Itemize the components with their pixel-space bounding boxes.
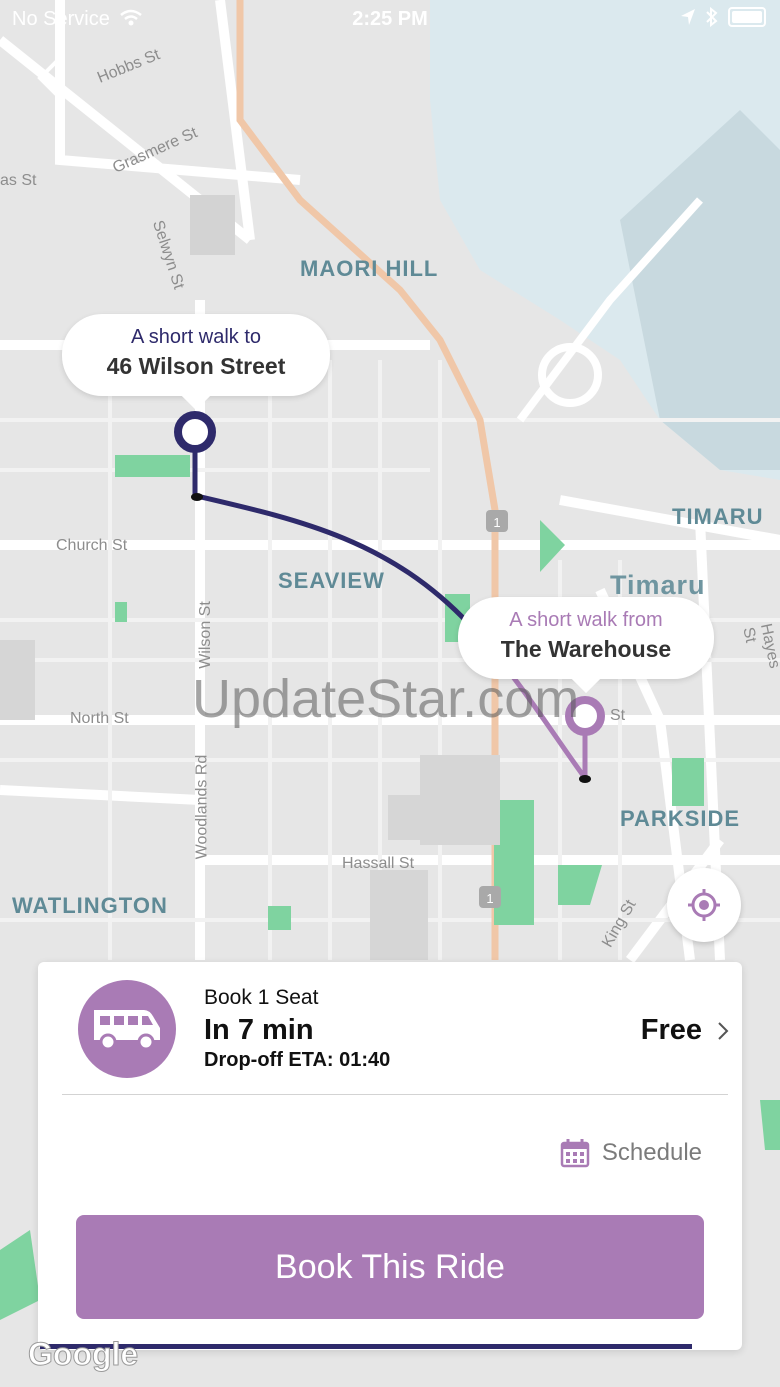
watermark: UpdateStar.com xyxy=(192,669,580,729)
status-time: 2:25 PM xyxy=(352,8,428,30)
van-avatar xyxy=(78,980,176,1078)
svg-text:1: 1 xyxy=(486,891,493,906)
locate-me-button[interactable] xyxy=(667,868,741,942)
svg-text:1: 1 xyxy=(493,515,500,530)
place-label-timaru-district: TIMARU xyxy=(672,504,764,529)
booking-panel: Book 1 Seat In 7 min Drop-off ETA: 01:40… xyxy=(38,962,742,1350)
seat-count: Book 1 Seat xyxy=(204,986,319,1009)
van-icon xyxy=(94,1010,160,1051)
pickup-callout[interactable]: A short walk to 46 Wilson Street xyxy=(62,314,330,411)
place-label-seaview: SEAVIEW xyxy=(278,568,385,593)
back-button[interactable] xyxy=(30,58,70,98)
schedule-button[interactable]: Schedule xyxy=(560,1138,702,1168)
street-label-north: North St xyxy=(70,710,129,727)
street-label-as: as St xyxy=(0,172,37,189)
street-label-church: Church St xyxy=(56,537,128,554)
pickup-callout-address: 46 Wilson Street xyxy=(106,353,286,379)
dropoff-eta: Drop-off ETA: 01:40 xyxy=(204,1049,391,1071)
bluetooth-icon xyxy=(706,7,718,27)
pickup-callout-caption: A short walk to xyxy=(130,326,262,348)
location-arrow-icon xyxy=(681,9,695,25)
pickup-eta: In 7 min xyxy=(204,1014,314,1046)
street-label-hassall: Hassall St xyxy=(342,855,415,872)
place-label-parkside: PARKSIDE xyxy=(620,806,741,831)
crosshair-icon xyxy=(688,889,720,921)
dropoff-callout-caption: A short walk from xyxy=(509,609,663,631)
place-label-maori-hill: MAORI HILL xyxy=(300,256,439,281)
battery-icon xyxy=(728,7,766,27)
place-label-watlington: WATLINGTON xyxy=(12,893,168,918)
divider xyxy=(62,1094,728,1095)
price-label[interactable]: Free xyxy=(641,1014,702,1047)
status-icons xyxy=(680,7,766,27)
dropoff-callout[interactable]: A short walk from The Warehouse xyxy=(458,597,714,694)
book-ride-button[interactable]: Book This Ride xyxy=(76,1215,704,1319)
status-bar: No Service 2:25 PM xyxy=(0,0,780,40)
calendar-icon xyxy=(560,1139,590,1168)
street-label-st: St xyxy=(610,707,626,724)
street-label-woodlands: Woodlands Rd xyxy=(193,754,211,860)
chevron-right-icon[interactable] xyxy=(716,1020,730,1042)
schedule-label: Schedule xyxy=(601,1139,702,1166)
google-logo: Google xyxy=(27,1336,139,1373)
street-label-wilson: Wilson St xyxy=(196,601,214,669)
dropoff-callout-address: The Warehouse xyxy=(500,636,672,662)
